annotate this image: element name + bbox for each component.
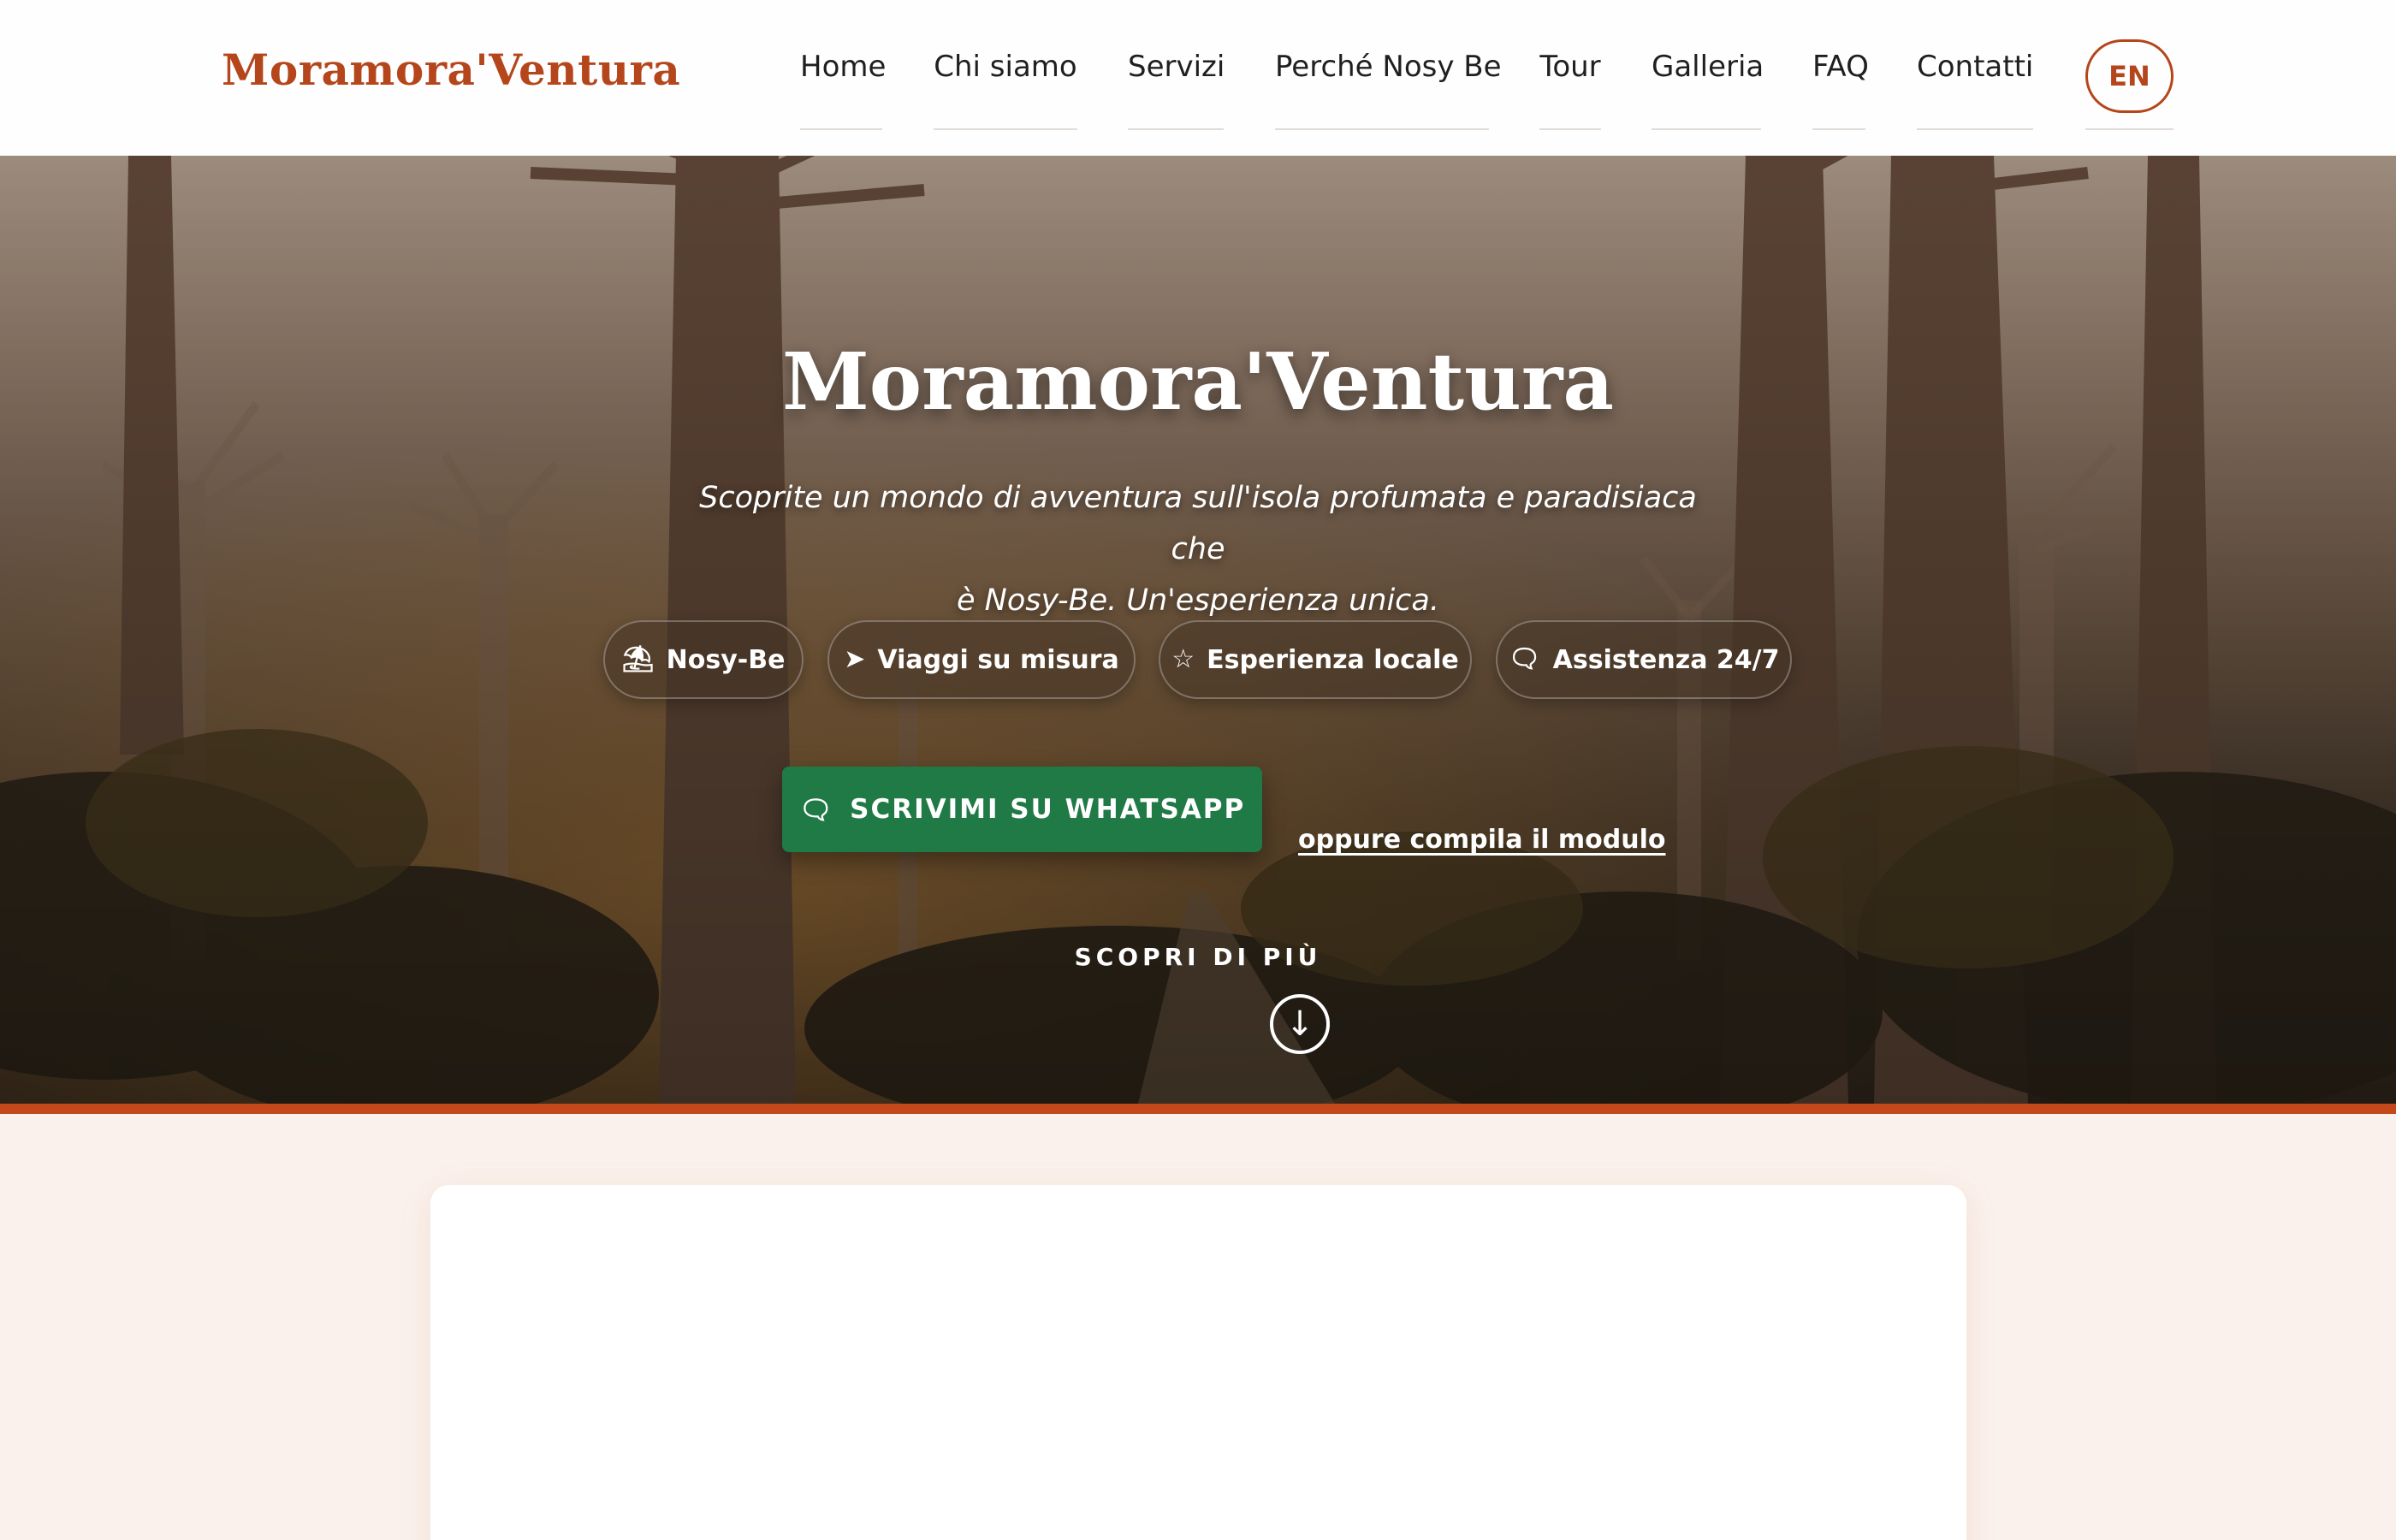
contact-form-link[interactable]: oppure compila il modulo: [1298, 825, 1666, 855]
whatsapp-button[interactable]: 🗨 SCRIVIMI SU WHATSAPP: [782, 767, 1262, 852]
chat-bubble-icon: 🗨: [798, 794, 835, 826]
hero-title: Moramora'Ventura: [781, 335, 1615, 428]
feature-pill-viaggi: ➤ Viaggi su misura: [827, 620, 1136, 699]
feature-pill-nosy-be: ⛱ Nosy-Be: [603, 620, 804, 699]
whatsapp-button-label: SCRIVIMI SU WHATSAPP: [850, 794, 1246, 825]
nav-underline: [2085, 128, 2174, 130]
hero-section: Moramora'Ventura Scoprite un mondo di av…: [0, 156, 2396, 1104]
hero-accent-bar: [0, 1104, 2396, 1114]
star-icon: ☆: [1171, 644, 1195, 674]
hero-subtitle: Scoprite un mondo di avventura sull'isol…: [676, 472, 1720, 626]
feature-pill-label: Viaggi su misura: [877, 644, 1119, 675]
feature-pill-esperienza: ☆ Esperienza locale: [1159, 620, 1472, 699]
nav-chi-siamo[interactable]: Chi siamo: [934, 50, 1077, 130]
nav-home[interactable]: Home: [800, 50, 886, 130]
hero-subtitle-line-2: è Nosy-Be. Un'esperienza unica.: [957, 583, 1439, 618]
nav-tour[interactable]: Tour: [1539, 50, 1601, 130]
feature-pill-label: Assistenza 24/7: [1552, 644, 1780, 675]
nav-galleria[interactable]: Galleria: [1652, 50, 1764, 130]
site-header: Moramora'Ventura Home Chi siamo Servizi …: [0, 0, 2396, 156]
discover-more-label[interactable]: SCOPRI DI PIÙ: [0, 943, 2396, 971]
language-toggle-button[interactable]: EN: [2085, 39, 2174, 113]
feature-pill-label: Nosy-Be: [666, 644, 786, 675]
content-card: [430, 1185, 1966, 1540]
feature-pill-label: Esperienza locale: [1207, 644, 1459, 675]
nav-perche-nosy-be[interactable]: Perché Nosy Be: [1275, 50, 1502, 130]
arrow-down-icon[interactable]: ↓: [1270, 994, 1330, 1054]
nav-faq[interactable]: FAQ: [1812, 50, 1869, 130]
beach-umbrella-icon: ⛱: [621, 644, 655, 674]
feature-pill-assistenza: 🗨 Assistenza 24/7: [1496, 620, 1792, 699]
main-nav: Home Chi siamo Servizi Perché Nosy Be To…: [0, 50, 2396, 135]
nav-contatti[interactable]: Contatti: [1917, 50, 2033, 130]
nav-servizi[interactable]: Servizi: [1128, 50, 1225, 130]
navigation-arrow-icon: ➤: [844, 644, 866, 674]
hero-subtitle-line-1: Scoprite un mondo di avventura sull'isol…: [699, 481, 1697, 566]
chat-bubble-icon: 🗨: [1508, 644, 1541, 674]
